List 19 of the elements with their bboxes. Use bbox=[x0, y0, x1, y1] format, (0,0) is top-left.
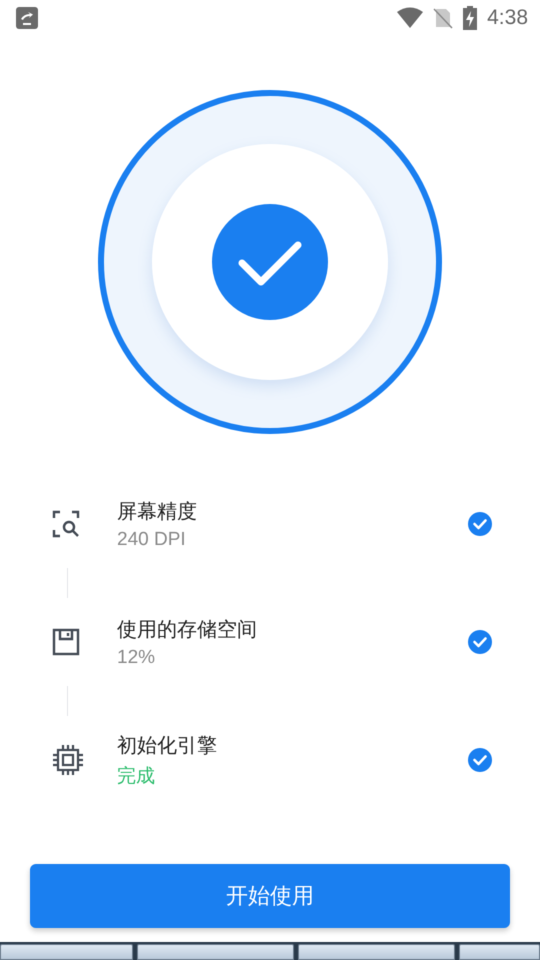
screen-search-icon bbox=[52, 510, 80, 538]
start-button[interactable]: 开始使用 bbox=[30, 864, 510, 928]
check-title: 初始化引擎 bbox=[117, 732, 218, 758]
taskbar-button[interactable] bbox=[298, 944, 455, 960]
taskbar-button[interactable] bbox=[0, 944, 133, 960]
check-icon bbox=[211, 203, 329, 321]
check-title: 使用的存储空间 bbox=[117, 616, 258, 642]
check-title: 屏幕精度 bbox=[117, 498, 198, 524]
check-value: 12% bbox=[117, 646, 156, 668]
wifi-icon bbox=[397, 7, 424, 29]
check-value: 240 DPI bbox=[117, 528, 187, 550]
taskbar-button[interactable] bbox=[137, 944, 294, 960]
chip-icon bbox=[52, 744, 84, 776]
notification-icon bbox=[16, 7, 38, 29]
check-value: 完成 bbox=[117, 764, 156, 788]
battery-charging-icon bbox=[463, 6, 478, 30]
taskbar-button[interactable] bbox=[458, 944, 540, 960]
status-time: 4:38 bbox=[487, 6, 528, 30]
no-sim-icon bbox=[433, 7, 454, 29]
